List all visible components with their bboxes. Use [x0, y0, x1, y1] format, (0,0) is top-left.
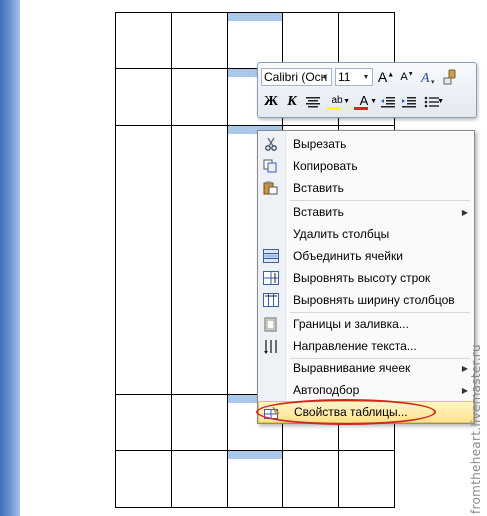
font-color-button[interactable]: A ▼: [351, 92, 377, 112]
menu-item-paste[interactable]: Вставить: [258, 177, 474, 199]
menu-item-label: Направление текста...: [293, 339, 417, 353]
ruler-strip: [0, 0, 20, 516]
distribute-rows-icon: [262, 270, 279, 286]
mini-toolbar-row-2: Ж К ab ▼ A ▼ ▼: [261, 91, 445, 113]
font-size-value: 11: [338, 70, 351, 84]
menu-item-label: Вырезать: [293, 137, 347, 151]
submenu-arrow-icon: ▶: [461, 207, 468, 217]
decrease-indent-icon: [381, 97, 395, 108]
borders-shading-icon: [262, 316, 279, 332]
menu-item-autofit[interactable]: Автоподбор ▶: [258, 379, 474, 401]
bullets-button[interactable]: ▼: [420, 92, 444, 112]
shrink-font-button[interactable]: A▼: [397, 67, 417, 87]
context-menu: Вырезать Копировать Вставить Вставить ▶ …: [257, 130, 475, 424]
table-cell[interactable]: [115, 125, 172, 395]
menu-item-delete-columns[interactable]: Удалить столбцы: [258, 223, 474, 245]
menu-item-label: Автоподбор: [293, 383, 360, 397]
mini-toolbar: Calibri (Осн ▼ 11 ▼ A▲ A▼ A ▾ Ж К ab ▼ A…: [257, 62, 477, 118]
submenu-arrow-icon: ▶: [461, 385, 468, 395]
menu-item-borders-shading[interactable]: Границы и заливка...: [258, 313, 474, 335]
decrease-indent-button[interactable]: [378, 92, 398, 112]
svg-text:A: A: [420, 71, 430, 86]
chevron-down-icon[interactable]: ▼: [343, 98, 350, 105]
menu-item-label: Выровнять высоту строк: [293, 271, 431, 285]
center-align-button[interactable]: [303, 92, 323, 112]
menu-item-copy[interactable]: Копировать: [258, 155, 474, 177]
shrink-font-icon: A▼: [400, 71, 414, 83]
table-cell[interactable]: [115, 68, 172, 126]
menu-item-label: Свойства таблицы...: [294, 405, 408, 419]
copy-icon: [262, 158, 279, 174]
menu-item-label: Объединить ячейки: [293, 249, 403, 263]
cell-selection-marker: [227, 13, 283, 21]
mini-toolbar-row-1: Calibri (Осн ▼ 11 ▼ A▲ A▼ A ▾: [261, 66, 460, 88]
table-cell[interactable]: [115, 450, 172, 508]
italic-label: К: [287, 94, 297, 109]
menu-item-label: Выравнивание ячеек: [293, 361, 411, 375]
menu-item-label: Выровнять ширину столбцов: [293, 293, 455, 307]
table-cell[interactable]: [170, 125, 228, 395]
font-size-combo[interactable]: 11 ▼: [335, 68, 373, 86]
menu-item-merge-cells[interactable]: Объединить ячейки: [258, 245, 474, 267]
bold-label: Ж: [264, 94, 278, 109]
styles-button[interactable]: A ▾: [418, 67, 438, 87]
format-painter-button[interactable]: [439, 67, 459, 87]
menu-item-label: Вставить: [293, 181, 344, 195]
menu-item-text-direction[interactable]: Направление текста...: [258, 335, 474, 357]
menu-item-cell-alignment[interactable]: Выравнивание ячеек ▶: [258, 357, 474, 379]
submenu-arrow-icon: ▶: [461, 363, 468, 373]
merge-cells-icon: [262, 248, 279, 264]
font-color-bar: [354, 107, 368, 110]
table-cell[interactable]: [338, 12, 395, 69]
table-cell[interactable]: [282, 12, 340, 69]
styles-icon: A ▾: [420, 71, 435, 86]
table-cell-selected[interactable]: [226, 12, 284, 69]
table-cell[interactable]: [170, 394, 228, 451]
chevron-down-icon[interactable]: ▼: [370, 98, 377, 105]
svg-text:▾: ▾: [431, 78, 435, 86]
font-name-value: Calibri (Осн: [264, 70, 328, 84]
bold-button[interactable]: Ж: [261, 92, 281, 112]
menu-item-label: Вставить: [293, 205, 344, 219]
menu-item-cut[interactable]: Вырезать: [258, 133, 474, 155]
table-cell[interactable]: [170, 450, 228, 508]
scissors-icon: [262, 136, 279, 152]
chevron-down-icon[interactable]: ▼: [437, 98, 444, 105]
highlight-color-bar: [327, 107, 341, 110]
font-color-icon: A: [359, 92, 369, 108]
watermark-text: fromtheheart.livemaster.ru: [469, 344, 483, 514]
table-cell[interactable]: [115, 12, 172, 69]
menu-item-insert[interactable]: Вставить ▶: [258, 201, 474, 223]
highlight-icon: ab: [331, 94, 343, 106]
paste-icon: [262, 180, 279, 196]
increase-indent-icon: [402, 97, 416, 108]
chevron-down-icon[interactable]: ▼: [320, 70, 330, 84]
grow-font-button[interactable]: A▲: [376, 67, 396, 87]
menu-item-label: Границы и заливка...: [293, 317, 409, 331]
table-cell[interactable]: [115, 394, 172, 451]
grow-font-icon: A▲: [377, 69, 395, 85]
table-cell[interactable]: [282, 450, 340, 508]
align-center-icon: [306, 97, 320, 108]
table-cell[interactable]: [170, 12, 228, 69]
table-cell[interactable]: [338, 450, 395, 508]
menu-item-distribute-rows[interactable]: Выровнять высоту строк: [258, 267, 474, 289]
menu-item-label: Копировать: [293, 159, 358, 173]
chevron-down-icon[interactable]: ▼: [361, 70, 371, 84]
italic-button[interactable]: К: [282, 92, 302, 112]
menu-item-table-properties[interactable]: Свойства таблицы...: [258, 401, 474, 423]
menu-item-distribute-columns[interactable]: Выровнять ширину столбцов: [258, 289, 474, 311]
table-properties-icon: [263, 405, 280, 421]
cell-selection-marker: [227, 451, 283, 459]
distribute-columns-icon: [262, 292, 279, 308]
font-name-combo[interactable]: Calibri (Осн ▼: [261, 68, 332, 86]
table-cell-selected[interactable]: [226, 450, 284, 508]
increase-indent-button[interactable]: [399, 92, 419, 112]
highlight-button[interactable]: ab ▼: [324, 92, 350, 112]
text-direction-icon: [262, 338, 279, 354]
table-cell[interactable]: [170, 68, 228, 126]
format-painter-icon: [443, 69, 456, 85]
menu-item-label: Удалить столбцы: [293, 227, 390, 241]
